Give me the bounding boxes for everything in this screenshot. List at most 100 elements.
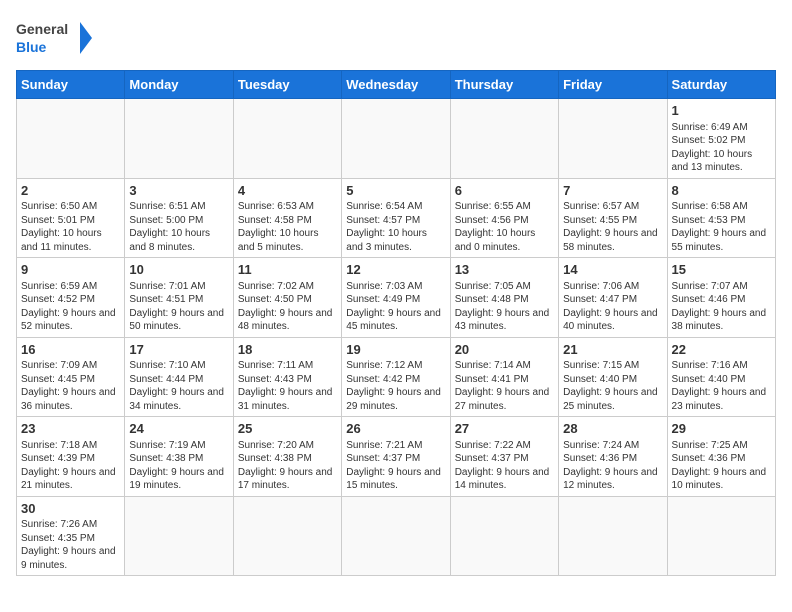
day-info: Sunrise: 6:49 AM Sunset: 5:02 PM Dayligh… bbox=[672, 121, 771, 175]
calendar-cell: 1Sunrise: 6:49 AM Sunset: 5:02 PM Daylig… bbox=[667, 99, 775, 179]
day-number: 21 bbox=[563, 341, 662, 359]
day-info: Sunrise: 7:26 AM Sunset: 4:35 PM Dayligh… bbox=[21, 518, 120, 572]
calendar-cell bbox=[667, 496, 775, 576]
day-info: Sunrise: 6:54 AM Sunset: 4:57 PM Dayligh… bbox=[346, 200, 445, 254]
day-info: Sunrise: 6:51 AM Sunset: 5:00 PM Dayligh… bbox=[129, 200, 228, 254]
day-info: Sunrise: 7:03 AM Sunset: 4:49 PM Dayligh… bbox=[346, 280, 445, 334]
day-number: 13 bbox=[455, 261, 554, 279]
calendar-cell: 17Sunrise: 7:10 AM Sunset: 4:44 PM Dayli… bbox=[125, 337, 233, 417]
day-number: 5 bbox=[346, 182, 445, 200]
weekday-header-thursday: Thursday bbox=[450, 71, 558, 99]
calendar-cell: 4Sunrise: 6:53 AM Sunset: 4:58 PM Daylig… bbox=[233, 178, 341, 258]
day-number: 11 bbox=[238, 261, 337, 279]
calendar-cell bbox=[342, 496, 450, 576]
day-info: Sunrise: 7:19 AM Sunset: 4:38 PM Dayligh… bbox=[129, 439, 228, 493]
day-info: Sunrise: 7:06 AM Sunset: 4:47 PM Dayligh… bbox=[563, 280, 662, 334]
day-number: 8 bbox=[672, 182, 771, 200]
calendar-cell bbox=[125, 496, 233, 576]
day-info: Sunrise: 7:09 AM Sunset: 4:45 PM Dayligh… bbox=[21, 359, 120, 413]
day-number: 14 bbox=[563, 261, 662, 279]
page-header: General Blue bbox=[16, 16, 776, 60]
week-row-1: 2Sunrise: 6:50 AM Sunset: 5:01 PM Daylig… bbox=[17, 178, 776, 258]
day-info: Sunrise: 7:11 AM Sunset: 4:43 PM Dayligh… bbox=[238, 359, 337, 413]
weekday-header-sunday: Sunday bbox=[17, 71, 125, 99]
day-number: 17 bbox=[129, 341, 228, 359]
svg-text:General: General bbox=[16, 21, 68, 37]
day-info: Sunrise: 6:55 AM Sunset: 4:56 PM Dayligh… bbox=[455, 200, 554, 254]
day-info: Sunrise: 7:01 AM Sunset: 4:51 PM Dayligh… bbox=[129, 280, 228, 334]
calendar-cell: 19Sunrise: 7:12 AM Sunset: 4:42 PM Dayli… bbox=[342, 337, 450, 417]
calendar-cell: 26Sunrise: 7:21 AM Sunset: 4:37 PM Dayli… bbox=[342, 417, 450, 497]
week-row-2: 9Sunrise: 6:59 AM Sunset: 4:52 PM Daylig… bbox=[17, 258, 776, 338]
calendar-cell: 14Sunrise: 7:06 AM Sunset: 4:47 PM Dayli… bbox=[559, 258, 667, 338]
calendar-cell: 5Sunrise: 6:54 AM Sunset: 4:57 PM Daylig… bbox=[342, 178, 450, 258]
week-row-5: 30Sunrise: 7:26 AM Sunset: 4:35 PM Dayli… bbox=[17, 496, 776, 576]
logo-svg: General Blue bbox=[16, 16, 96, 60]
day-number: 18 bbox=[238, 341, 337, 359]
calendar-cell: 10Sunrise: 7:01 AM Sunset: 4:51 PM Dayli… bbox=[125, 258, 233, 338]
calendar-cell: 27Sunrise: 7:22 AM Sunset: 4:37 PM Dayli… bbox=[450, 417, 558, 497]
day-number: 12 bbox=[346, 261, 445, 279]
day-info: Sunrise: 7:16 AM Sunset: 4:40 PM Dayligh… bbox=[672, 359, 771, 413]
calendar-cell bbox=[233, 99, 341, 179]
day-info: Sunrise: 7:12 AM Sunset: 4:42 PM Dayligh… bbox=[346, 359, 445, 413]
calendar-cell: 28Sunrise: 7:24 AM Sunset: 4:36 PM Dayli… bbox=[559, 417, 667, 497]
day-info: Sunrise: 6:53 AM Sunset: 4:58 PM Dayligh… bbox=[238, 200, 337, 254]
calendar-cell: 23Sunrise: 7:18 AM Sunset: 4:39 PM Dayli… bbox=[17, 417, 125, 497]
day-info: Sunrise: 7:05 AM Sunset: 4:48 PM Dayligh… bbox=[455, 280, 554, 334]
calendar-cell: 13Sunrise: 7:05 AM Sunset: 4:48 PM Dayli… bbox=[450, 258, 558, 338]
day-info: Sunrise: 6:58 AM Sunset: 4:53 PM Dayligh… bbox=[672, 200, 771, 254]
day-info: Sunrise: 7:02 AM Sunset: 4:50 PM Dayligh… bbox=[238, 280, 337, 334]
calendar-cell: 3Sunrise: 6:51 AM Sunset: 5:00 PM Daylig… bbox=[125, 178, 233, 258]
day-number: 20 bbox=[455, 341, 554, 359]
calendar-cell: 21Sunrise: 7:15 AM Sunset: 4:40 PM Dayli… bbox=[559, 337, 667, 417]
calendar-cell: 25Sunrise: 7:20 AM Sunset: 4:38 PM Dayli… bbox=[233, 417, 341, 497]
weekday-header-row: SundayMondayTuesdayWednesdayThursdayFrid… bbox=[17, 71, 776, 99]
day-info: Sunrise: 7:15 AM Sunset: 4:40 PM Dayligh… bbox=[563, 359, 662, 413]
day-number: 9 bbox=[21, 261, 120, 279]
day-number: 28 bbox=[563, 420, 662, 438]
calendar-cell: 15Sunrise: 7:07 AM Sunset: 4:46 PM Dayli… bbox=[667, 258, 775, 338]
logo: General Blue bbox=[16, 16, 96, 60]
week-row-0: 1Sunrise: 6:49 AM Sunset: 5:02 PM Daylig… bbox=[17, 99, 776, 179]
day-number: 7 bbox=[563, 182, 662, 200]
weekday-header-saturday: Saturday bbox=[667, 71, 775, 99]
calendar-cell: 6Sunrise: 6:55 AM Sunset: 4:56 PM Daylig… bbox=[450, 178, 558, 258]
day-info: Sunrise: 7:20 AM Sunset: 4:38 PM Dayligh… bbox=[238, 439, 337, 493]
calendar-cell bbox=[559, 496, 667, 576]
weekday-header-tuesday: Tuesday bbox=[233, 71, 341, 99]
calendar-cell bbox=[450, 99, 558, 179]
calendar-cell: 8Sunrise: 6:58 AM Sunset: 4:53 PM Daylig… bbox=[667, 178, 775, 258]
day-number: 3 bbox=[129, 182, 228, 200]
day-number: 15 bbox=[672, 261, 771, 279]
week-row-3: 16Sunrise: 7:09 AM Sunset: 4:45 PM Dayli… bbox=[17, 337, 776, 417]
day-number: 1 bbox=[672, 102, 771, 120]
week-row-4: 23Sunrise: 7:18 AM Sunset: 4:39 PM Dayli… bbox=[17, 417, 776, 497]
calendar-cell: 24Sunrise: 7:19 AM Sunset: 4:38 PM Dayli… bbox=[125, 417, 233, 497]
day-number: 26 bbox=[346, 420, 445, 438]
weekday-header-friday: Friday bbox=[559, 71, 667, 99]
calendar-cell: 29Sunrise: 7:25 AM Sunset: 4:36 PM Dayli… bbox=[667, 417, 775, 497]
calendar-cell bbox=[233, 496, 341, 576]
calendar-table: SundayMondayTuesdayWednesdayThursdayFrid… bbox=[16, 70, 776, 576]
day-number: 19 bbox=[346, 341, 445, 359]
day-info: Sunrise: 7:24 AM Sunset: 4:36 PM Dayligh… bbox=[563, 439, 662, 493]
calendar-cell: 12Sunrise: 7:03 AM Sunset: 4:49 PM Dayli… bbox=[342, 258, 450, 338]
calendar-cell bbox=[450, 496, 558, 576]
calendar-cell: 16Sunrise: 7:09 AM Sunset: 4:45 PM Dayli… bbox=[17, 337, 125, 417]
day-number: 4 bbox=[238, 182, 337, 200]
day-number: 2 bbox=[21, 182, 120, 200]
weekday-header-monday: Monday bbox=[125, 71, 233, 99]
svg-text:Blue: Blue bbox=[16, 39, 47, 55]
day-number: 24 bbox=[129, 420, 228, 438]
calendar-cell: 18Sunrise: 7:11 AM Sunset: 4:43 PM Dayli… bbox=[233, 337, 341, 417]
day-number: 16 bbox=[21, 341, 120, 359]
weekday-header-wednesday: Wednesday bbox=[342, 71, 450, 99]
day-info: Sunrise: 6:50 AM Sunset: 5:01 PM Dayligh… bbox=[21, 200, 120, 254]
day-number: 6 bbox=[455, 182, 554, 200]
day-info: Sunrise: 6:57 AM Sunset: 4:55 PM Dayligh… bbox=[563, 200, 662, 254]
day-number: 22 bbox=[672, 341, 771, 359]
day-number: 29 bbox=[672, 420, 771, 438]
day-info: Sunrise: 7:14 AM Sunset: 4:41 PM Dayligh… bbox=[455, 359, 554, 413]
calendar-cell: 9Sunrise: 6:59 AM Sunset: 4:52 PM Daylig… bbox=[17, 258, 125, 338]
